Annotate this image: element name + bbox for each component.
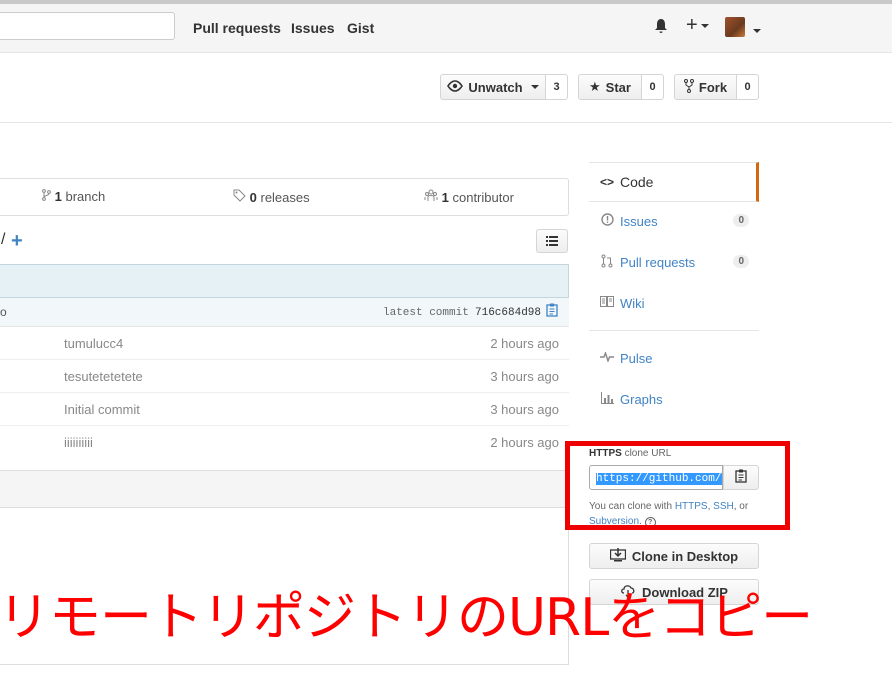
- desktop-download-icon: [609, 547, 627, 565]
- sidebar-item-pulse[interactable]: Pulse: [589, 338, 759, 378]
- pulls-counter: 0: [733, 255, 749, 268]
- unwatch-label: Unwatch: [468, 79, 523, 95]
- table-row[interactable]: tesutetetetete 3 hours ago: [0, 360, 569, 393]
- sidebar-item-label: Pull requests: [620, 254, 696, 270]
- contributors-link[interactable]: 1 contributor: [424, 189, 514, 205]
- sidebar-item-issues[interactable]: Issues 0: [589, 201, 759, 241]
- header-issues-link[interactable]: Issues: [291, 20, 335, 36]
- commit-message[interactable]: tesutetetetete: [64, 369, 143, 384]
- commit-message[interactable]: tumulucc4: [64, 336, 123, 351]
- code-icon: <>: [600, 175, 615, 189]
- releases-link[interactable]: 0 releases: [233, 189, 310, 205]
- star-label: Star: [605, 79, 631, 95]
- sidebar-item-pull-requests[interactable]: Pull requests 0: [589, 242, 759, 282]
- search-input[interactable]: [0, 12, 175, 40]
- sidebar-item-label: Graphs: [620, 391, 663, 407]
- list-unordered-icon: [546, 234, 558, 249]
- stargazers-count[interactable]: 0: [642, 74, 664, 100]
- table-row[interactable]: Initial commit 3 hours ago: [0, 393, 569, 426]
- sidebar-item-wiki[interactable]: Wiki: [589, 283, 759, 323]
- chevron-down-icon: [700, 23, 709, 28]
- clone-desktop-label: Clone in Desktop: [631, 548, 739, 564]
- issue-opened-icon: [600, 213, 614, 229]
- branches-link[interactable]: 1 branch: [42, 189, 105, 204]
- commit-tease-bar: [0, 264, 569, 298]
- header-pull-requests-link[interactable]: Pull requests: [193, 20, 281, 36]
- highlight-box: [565, 441, 790, 530]
- table-row[interactable]: tumulucc4 2 hours ago: [0, 327, 569, 360]
- annotation-caption: リモートリポジトリのURLをコピー: [0, 588, 813, 648]
- forks-count[interactable]: 0: [737, 74, 759, 100]
- create-new-plus-icon[interactable]: +: [686, 14, 709, 37]
- issues-counter: 0: [733, 214, 749, 227]
- tag-icon: [233, 189, 246, 205]
- fork-icon: [683, 78, 694, 96]
- fork-button[interactable]: Fork: [674, 74, 737, 100]
- branch-icon: [42, 189, 51, 204]
- book-icon: [600, 296, 614, 310]
- commit-age: 3 hours ago: [490, 369, 559, 384]
- commit-meta-row: o latest commit 716c684d98: [0, 298, 569, 327]
- avatar[interactable]: [725, 17, 745, 37]
- branch-label: branch: [65, 189, 106, 204]
- sidebar-item-label: Wiki: [620, 295, 645, 311]
- release-count: 0: [249, 190, 257, 205]
- commit-message[interactable]: iiiiiiiiii: [64, 435, 93, 450]
- commit-sha-link[interactable]: 716c684d98: [475, 307, 541, 319]
- notifications-bell-icon[interactable]: [654, 18, 668, 39]
- release-label: releases: [260, 190, 310, 205]
- organization-icon: [424, 189, 438, 205]
- readme-header-bar: [0, 470, 569, 508]
- star-icon: ★: [589, 79, 601, 94]
- clone-in-desktop-button[interactable]: Clone in Desktop: [589, 543, 759, 569]
- new-file-plus-button[interactable]: +: [11, 230, 23, 253]
- sidebar-item-code[interactable]: <> Code: [589, 162, 759, 202]
- contributor-count: 1: [441, 190, 449, 205]
- breadcrumb-separator: /: [1, 231, 6, 248]
- git-pull-request-icon: [600, 254, 614, 271]
- commit-age: 3 hours ago: [490, 402, 559, 417]
- eye-icon: [447, 79, 464, 95]
- clippy-icon[interactable]: [546, 303, 558, 320]
- unwatch-button[interactable]: Unwatch: [440, 74, 546, 100]
- header-gist-link[interactable]: Gist: [347, 20, 374, 36]
- sidebar-item-graphs[interactable]: Graphs: [589, 379, 759, 419]
- commit-age: 2 hours ago: [490, 435, 559, 450]
- pulse-icon: [600, 350, 614, 365]
- chevron-down-icon: [530, 85, 539, 89]
- sidebar-item-label: Code: [620, 174, 654, 190]
- sidebar-item-label: Pulse: [620, 350, 653, 366]
- commit-message[interactable]: Initial commit: [64, 402, 140, 417]
- commit-author-fragment: o: [0, 305, 7, 319]
- avatar-menu-caret-icon[interactable]: [750, 22, 761, 37]
- list-view-button[interactable]: [536, 229, 568, 253]
- sidebar-item-label: Issues: [620, 213, 658, 229]
- branch-count: 1: [54, 189, 62, 204]
- fork-label: Fork: [698, 79, 728, 95]
- contributor-label: contributor: [452, 190, 514, 205]
- graph-icon: [600, 391, 614, 407]
- latest-commit-label: latest commit: [383, 307, 469, 319]
- star-button[interactable]: ★ Star: [578, 74, 642, 100]
- table-row[interactable]: iiiiiiiiii 2 hours ago: [0, 426, 569, 459]
- watchers-count[interactable]: 3: [546, 74, 568, 100]
- sidebar-divider: [589, 330, 759, 331]
- commit-age: 2 hours ago: [490, 336, 559, 351]
